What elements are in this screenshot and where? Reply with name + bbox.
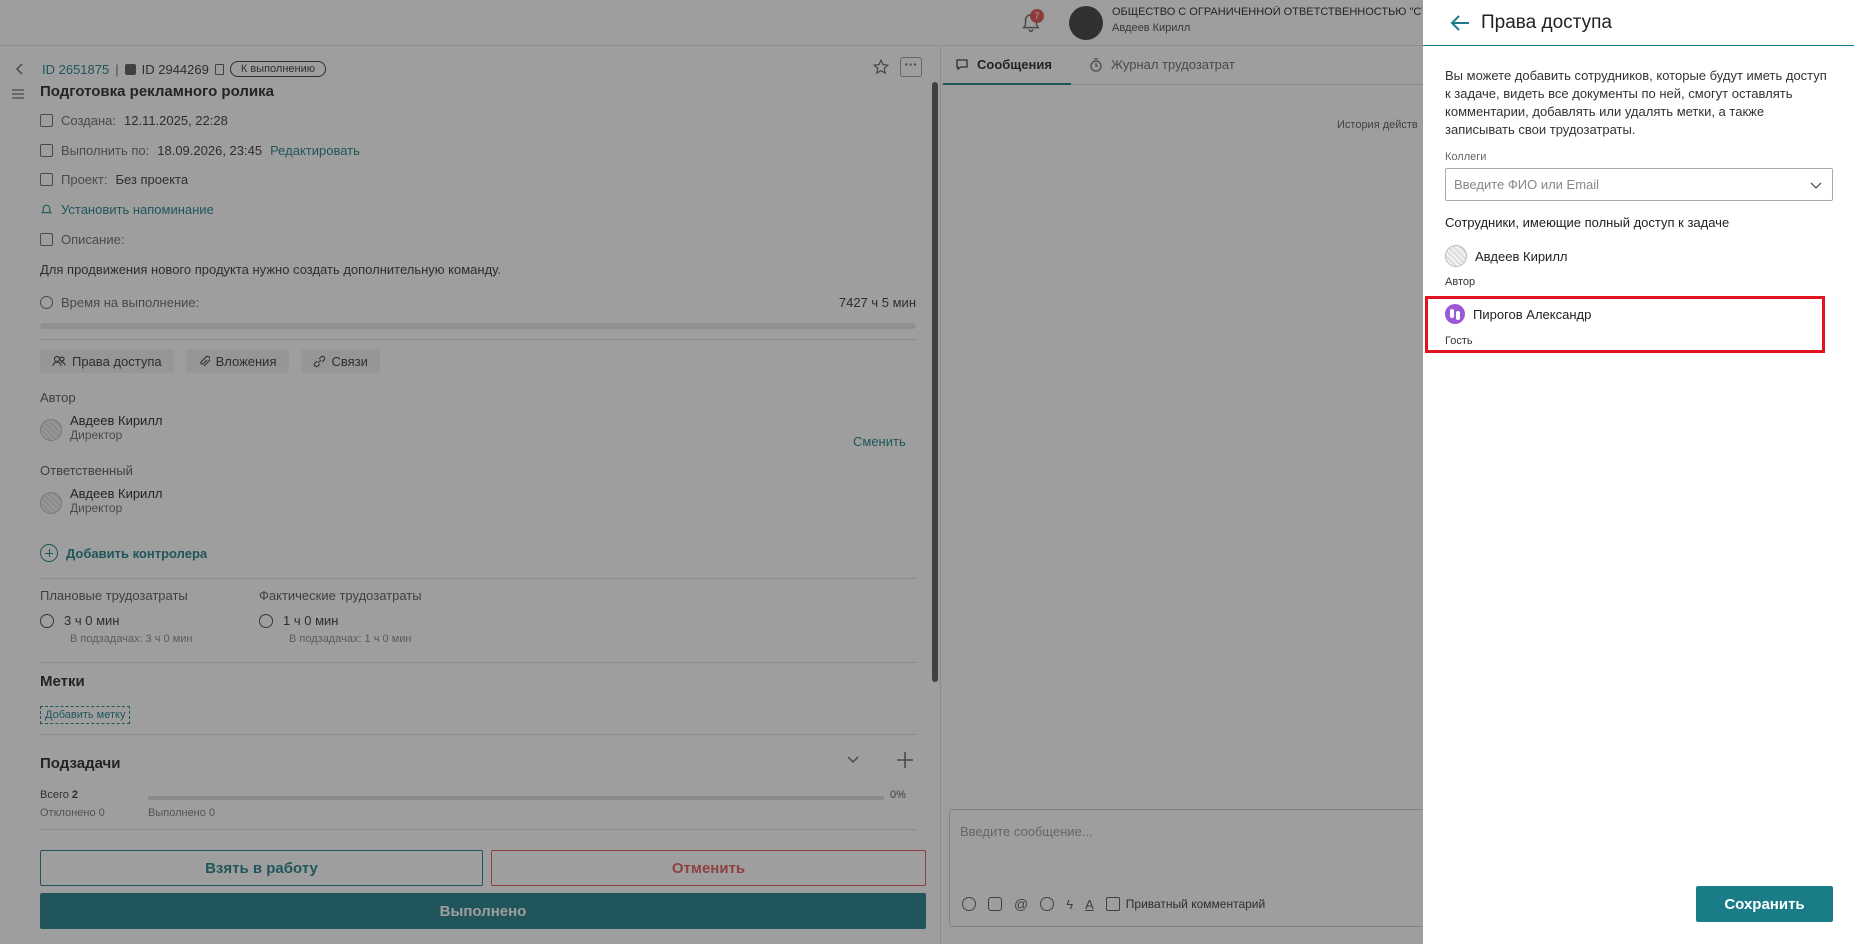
highlight-box [1425, 296, 1825, 353]
access-rights-panel: Права доступа Вы можете добавить сотрудн… [1423, 0, 1854, 944]
member-name: Авдеев Кирилл [1475, 248, 1568, 264]
app: 7 ОБЩЕСТВО С ОГРАНИЧЕННОЙ ОТВЕТСТВЕННОСТ… [0, 0, 1854, 944]
save-button[interactable]: Сохранить [1696, 886, 1833, 922]
member-row[interactable]: Авдеев Кирилл [1445, 245, 1568, 267]
chevron-down-icon[interactable] [1810, 179, 1822, 191]
avatar [1445, 245, 1467, 267]
panel-title: Права доступа [1481, 12, 1612, 33]
colleague-search-input[interactable] [1446, 169, 1832, 200]
colleague-search[interactable] [1445, 168, 1833, 201]
panel-description: Вы можете добавить сотрудников, которые … [1445, 68, 1827, 137]
modal-backdrop[interactable] [0, 0, 1423, 944]
member-role: Автор [1445, 276, 1476, 288]
back-arrow-icon[interactable] [1449, 12, 1471, 34]
panel-header: Права доступа [1423, 0, 1854, 46]
full-access-label: Сотрудники, имеющие полный доступ к зада… [1445, 215, 1730, 230]
colleagues-label: Коллеги [1445, 151, 1487, 163]
